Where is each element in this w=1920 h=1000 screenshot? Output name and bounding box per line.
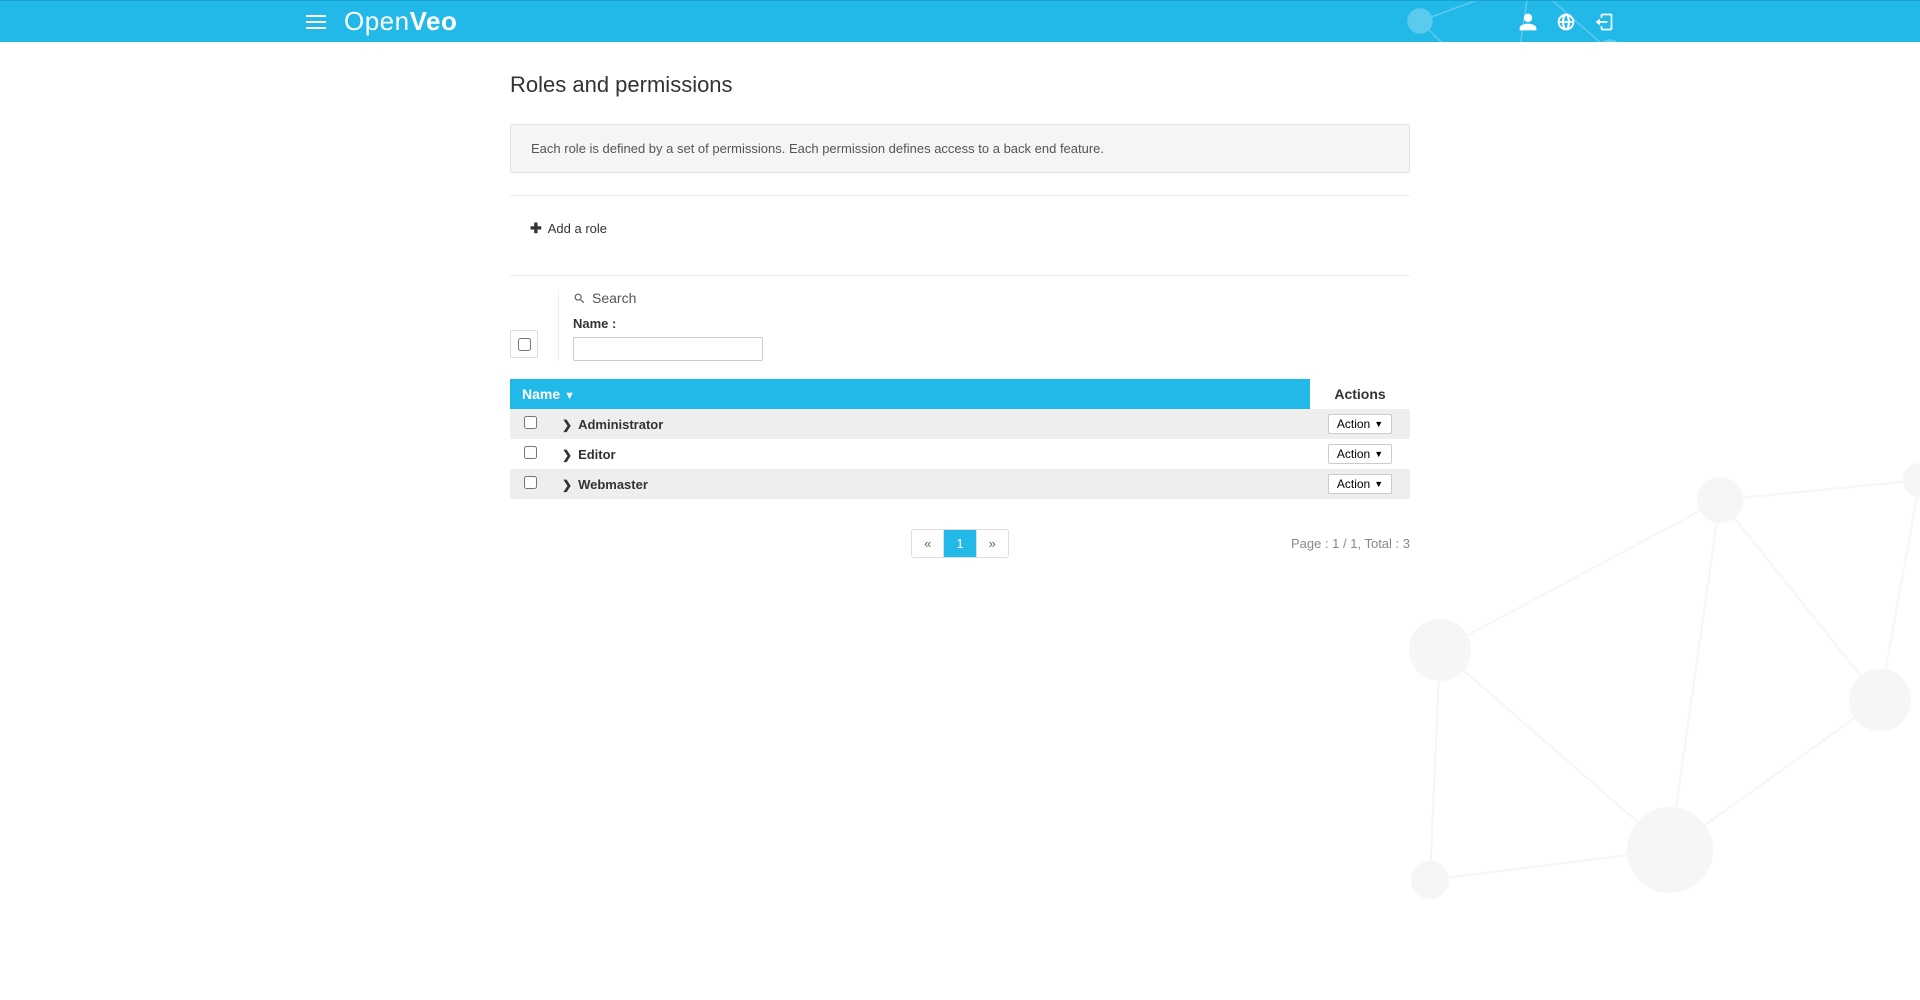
plus-icon: ✚ (530, 220, 542, 237)
page-title: Roles and permissions (510, 72, 1410, 98)
row-action-button[interactable]: Action▼ (1328, 474, 1392, 494)
column-header-name[interactable]: Name▼ (510, 379, 1310, 409)
pager-prev-button[interactable]: « (912, 530, 944, 557)
globe-icon[interactable] (1556, 12, 1576, 32)
topbar: OpenVeo (0, 0, 1920, 42)
add-role-label: Add a role (548, 221, 607, 236)
roles-table: Name▼ Actions ❯ Administrator Action▼ ❯ Edit… (510, 379, 1410, 499)
add-role-button[interactable]: ✚ Add a role (530, 220, 607, 237)
row-name-cell[interactable]: ❯ Webmaster (550, 469, 1310, 499)
row-checkbox[interactable] (524, 446, 537, 459)
select-all-checkbox[interactable] (518, 338, 531, 351)
search-icon (573, 292, 586, 305)
row-action-button[interactable]: Action▼ (1328, 444, 1392, 464)
row-checkbox[interactable] (524, 476, 537, 489)
menu-toggle-icon[interactable] (306, 15, 326, 29)
column-header-actions: Actions (1310, 379, 1410, 409)
row-name-label: Editor (578, 447, 616, 462)
table-row: ❯ Administrator Action▼ (510, 409, 1410, 439)
pager-page-1-button[interactable]: 1 (944, 530, 976, 557)
row-checkbox[interactable] (524, 416, 537, 429)
row-action-button[interactable]: Action▼ (1328, 414, 1392, 434)
info-box: Each role is defined by a set of permiss… (510, 124, 1410, 173)
chevron-right-icon: ❯ (562, 418, 572, 432)
caret-down-icon: ▼ (1374, 479, 1383, 489)
sort-desc-icon: ▼ (564, 390, 575, 402)
select-all-container (510, 330, 538, 358)
table-row: ❯ Webmaster Action▼ (510, 469, 1410, 499)
background-network-graphic (1320, 400, 1920, 1000)
caret-down-icon: ▼ (1374, 419, 1383, 429)
row-name-label: Webmaster (578, 477, 648, 492)
pager-info: Page : 1 / 1, Total : 3 (1291, 536, 1410, 551)
logout-icon[interactable] (1594, 12, 1614, 32)
main-container: Roles and permissions Each role is defin… (510, 42, 1410, 598)
pager-next-button[interactable]: » (977, 530, 1008, 557)
pagination: « 1 » (911, 529, 1009, 558)
divider (510, 275, 1410, 276)
name-filter-input[interactable] (573, 337, 763, 361)
divider (510, 195, 1410, 196)
row-name-label: Administrator (578, 417, 663, 432)
search-heading: Search (573, 290, 763, 306)
table-row: ❯ Editor Action▼ (510, 439, 1410, 469)
chevron-right-icon: ❯ (562, 478, 572, 492)
caret-down-icon: ▼ (1374, 449, 1383, 459)
chevron-right-icon: ❯ (562, 448, 572, 462)
name-filter-label: Name : (573, 316, 763, 331)
row-name-cell[interactable]: ❯ Administrator (550, 409, 1310, 439)
brand-logo: OpenVeo (344, 6, 457, 37)
row-name-cell[interactable]: ❯ Editor (550, 439, 1310, 469)
user-icon[interactable] (1518, 12, 1538, 32)
